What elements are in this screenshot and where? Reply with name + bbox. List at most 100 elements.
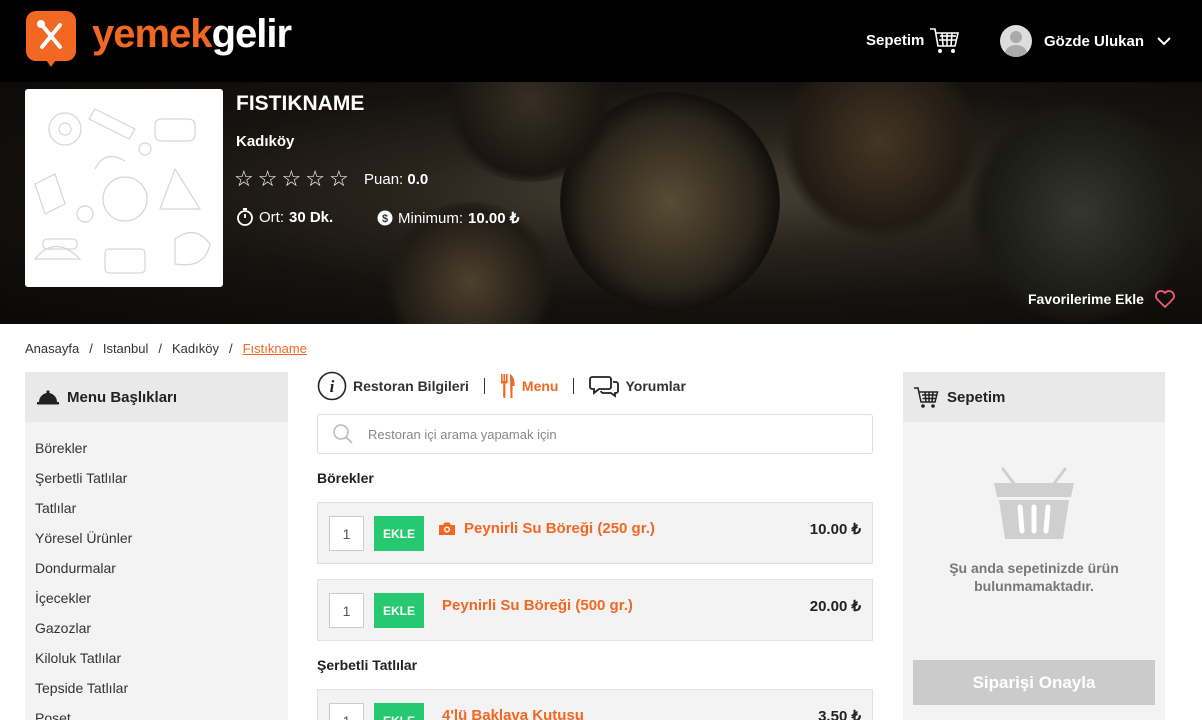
menu-category-item[interactable]: İçecekler (25, 588, 288, 618)
tab-divider (483, 378, 485, 394)
menu-item-price: 10.00 ₺ (809, 521, 861, 538)
search-icon (333, 424, 353, 444)
user-name: Gözde Ulukan (1044, 32, 1145, 50)
heart-icon (1155, 290, 1175, 308)
tab-reviews-label: Yorumlar (625, 378, 686, 394)
min-label: Minimum: (398, 209, 464, 227)
tab-menu[interactable]: Menu (500, 374, 559, 398)
restaurant-name: FISTIKNAME (236, 92, 365, 115)
user-menu[interactable]: Gözde Ulukan (1000, 24, 1172, 58)
menu-item-name-link[interactable]: Peynirli Su Böreği (250 gr.) (438, 520, 655, 537)
menu-item-row: EKLE 4'lü Baklava Kutusu 3.50 ₺ (317, 689, 873, 720)
menu-category-item[interactable]: Poşet (25, 708, 288, 720)
category-title: Şerbetli Tatlılar (317, 657, 418, 673)
average-delivery: Ort: 30 Dk. (236, 208, 333, 226)
info-icon: i (317, 371, 347, 401)
breadcrumb-separator: / (228, 341, 233, 356)
breadcrumb-home[interactable]: Anasayfa (25, 341, 79, 356)
rating-label: Puan: (364, 171, 404, 188)
restaurant-tabs: i Restoran Bilgileri Menu Yorumlar (317, 371, 686, 401)
basket-header: Sepetim (903, 372, 1165, 422)
coin-icon: $ (377, 210, 393, 226)
shopping-cart-icon (914, 387, 939, 408)
camera-icon (439, 522, 455, 535)
logo-part1: yemek (92, 12, 213, 56)
rating-text: Puan: 0.0 (364, 171, 428, 188)
menu-category-item[interactable]: Yöresel Ürünler (25, 528, 288, 558)
add-favorite-button[interactable]: Favorilerime Ekle (1028, 289, 1176, 309)
menu-category-item[interactable]: Dondurmalar (25, 558, 288, 588)
tab-restaurant-info-label: Restoran Bilgileri (353, 378, 469, 394)
breadcrumb-separator: / (89, 341, 93, 356)
restaurant-hero: FISTIKNAME Kadıköy ☆ ☆ ☆ ☆ ☆ Puan: 0.0 O… (0, 82, 1202, 324)
menu-category-item[interactable]: Tatlılar (25, 498, 288, 528)
quantity-input[interactable] (329, 703, 364, 720)
star-icon[interactable]: ☆ (258, 168, 278, 190)
menu-category-list: Börekler Şerbetli Tatlılar Tatlılar Yöre… (25, 422, 288, 720)
basket-panel: Sepetim Şu anda sepetinizde ürün bulunma… (903, 372, 1165, 720)
menu-categories-header: Menu Başlıkları (25, 372, 288, 422)
chevron-down-icon (1157, 37, 1171, 46)
tab-divider (573, 378, 575, 394)
breadcrumb-district[interactable]: Kadıköy (172, 341, 219, 356)
menu-item-price: 3.50 ₺ (818, 708, 861, 720)
cloche-icon (37, 390, 59, 405)
avg-label: Ort: (259, 208, 284, 226)
menu-category-item[interactable]: Kiloluk Tatlılar (25, 648, 288, 678)
rating-value: 0.0 (407, 171, 429, 188)
menu-item-row: EKLE Peynirli Su Böreği (250 gr.) 10.00 … (317, 502, 873, 564)
star-icon[interactable]: ☆ (234, 168, 254, 190)
menu-category-item[interactable]: Tepside Tatlılar (25, 678, 288, 708)
quantity-input[interactable] (329, 593, 364, 628)
menu-item-name: 4'lü Baklava Kutusu (442, 707, 584, 720)
avatar (1000, 25, 1032, 57)
restaurant-logo (25, 89, 223, 287)
basket-title: Sepetim (947, 388, 1006, 406)
add-to-cart-button[interactable]: EKLE (374, 516, 424, 551)
category-title: Börekler (317, 470, 374, 486)
fork-knife-icon (500, 374, 515, 398)
chat-bubbles-icon (589, 376, 620, 398)
tab-restaurant-info[interactable]: i Restoran Bilgileri (317, 371, 469, 401)
search-input[interactable] (368, 426, 848, 442)
menu-item-name: Peynirli Su Böreği (250 gr.) (464, 520, 655, 537)
top-navbar: yemekgelir Sepetim Gözde Ulukan (0, 0, 1202, 82)
menu-item-name: Peynirli Su Böreği (500 gr.) (442, 597, 633, 614)
header-cart-link[interactable]: Sepetim (866, 24, 960, 56)
menu-item-price: 20.00 ₺ (809, 598, 861, 615)
menu-category-item[interactable]: Gazozlar (25, 618, 288, 648)
quantity-input[interactable] (329, 516, 364, 551)
logo-icon[interactable] (26, 11, 76, 61)
add-to-cart-button[interactable]: EKLE (374, 593, 424, 628)
restaurant-district: Kadıköy (236, 133, 295, 150)
tab-reviews[interactable]: Yorumlar (589, 374, 686, 398)
menu-item-row: EKLE Peynirli Su Böreği (500 gr.) 20.00 … (317, 579, 873, 641)
breadcrumb-current[interactable]: Fıstıkname (243, 341, 307, 356)
rating-stars[interactable]: ☆ ☆ ☆ ☆ ☆ (234, 168, 349, 190)
menu-categories-panel: Menu Başlıkları Börekler Şerbetli Tatlıl… (25, 372, 288, 720)
menu-category-item[interactable]: Şerbetli Tatlılar (25, 468, 288, 498)
empty-basket-message: Şu anda sepetinizde ürün bulunmamaktadır… (949, 560, 1119, 594)
star-icon[interactable]: ☆ (329, 168, 349, 190)
confirm-order-button[interactable]: Siparişi Onayla (913, 660, 1155, 705)
minimum-order: $ Minimum: 10.00 ₺ (377, 209, 519, 227)
empty-basket-icon (903, 467, 1165, 544)
breadcrumb-city[interactable]: Istanbul (103, 341, 149, 356)
add-to-cart-button[interactable]: EKLE (374, 703, 424, 720)
stopwatch-icon (237, 208, 253, 226)
tab-menu-label: Menu (521, 378, 559, 394)
menu-categories-title: Menu Başlıkları (67, 388, 178, 406)
svg-text:i: i (330, 377, 335, 396)
menu-item-name-link[interactable]: Peynirli Su Böreği (500 gr.) (442, 597, 633, 614)
star-icon[interactable]: ☆ (305, 168, 325, 190)
min-value: 10.00 ₺ (468, 210, 520, 227)
menu-category-item[interactable]: Börekler (25, 438, 288, 468)
breadcrumb: Anasayfa / Istanbul / Kadıköy / Fıstıkna… (25, 341, 307, 356)
svg-text:$: $ (382, 213, 388, 225)
star-icon[interactable]: ☆ (281, 168, 301, 190)
menu-item-name-link[interactable]: 4'lü Baklava Kutusu (442, 707, 584, 720)
breadcrumb-separator: / (158, 341, 162, 356)
logo-wordmark[interactable]: yemekgelir (92, 10, 292, 58)
avg-value: 30 Dk. (289, 208, 334, 226)
logo-part2: gelir (211, 12, 292, 56)
